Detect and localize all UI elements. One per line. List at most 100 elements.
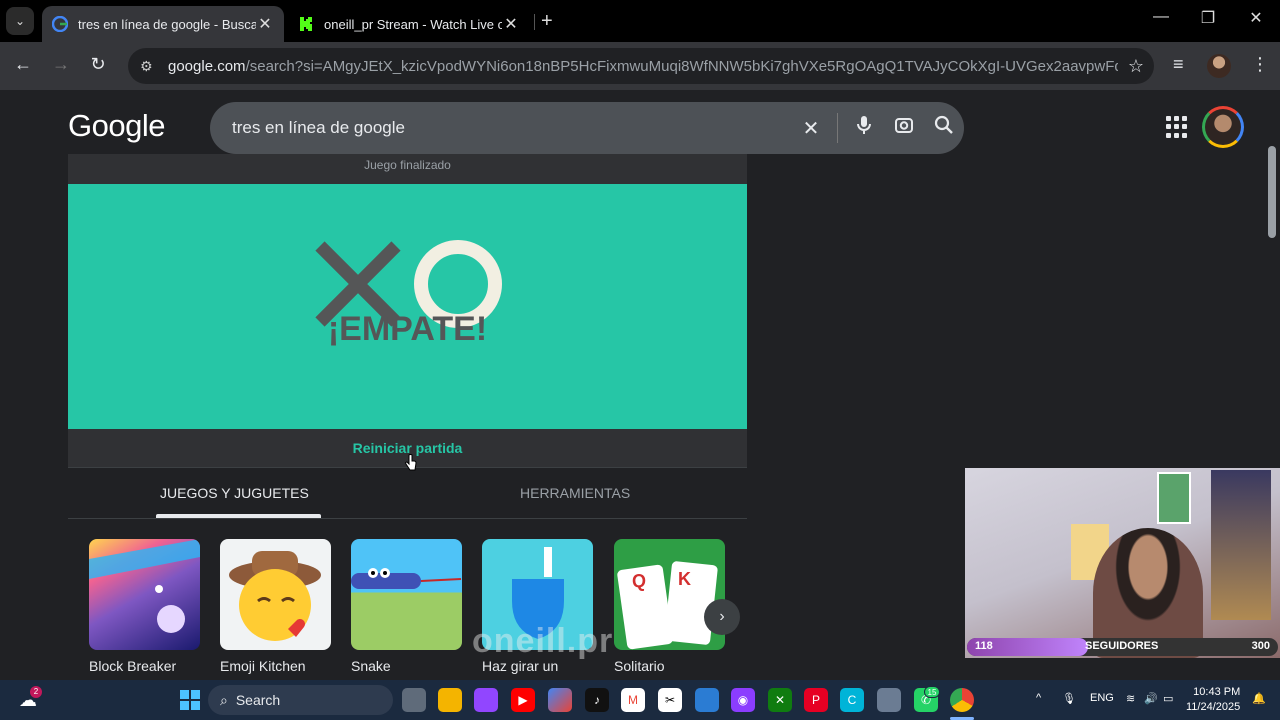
search-icon[interactable] [924, 115, 964, 141]
file-explorer-icon[interactable] [438, 688, 462, 712]
tab-separator [534, 14, 535, 30]
language-indicator[interactable]: ENG [1090, 692, 1114, 704]
kick-favicon-icon [300, 17, 312, 31]
whatsapp-badge: 15 [924, 686, 940, 698]
followers-current: 118 [975, 640, 993, 652]
divider [837, 113, 838, 143]
windows-taskbar: ☁ 2 ⌕ Search ▶ ♪ M ✂ ◉ ✕ P C ✆ 15 ^ 🎙 EN… [0, 680, 1280, 720]
menu-icon[interactable]: ⋮ [1251, 54, 1269, 75]
game-label: Block Breaker [89, 658, 177, 674]
url-host: google.com [168, 57, 246, 75]
xbox-icon[interactable]: ✕ [768, 688, 792, 712]
search-icon: ⌕ [220, 691, 228, 708]
browser-toolbar: ← → ↻ ⚙ google.com/search?si=AMgyJEtX_kz… [0, 42, 1280, 90]
emoji-kitchen-thumbnail [220, 539, 331, 650]
game-label: Snake [351, 658, 391, 674]
forward-arrow-icon[interactable]: → [49, 54, 73, 75]
wifi-icon[interactable]: ≋ [1126, 692, 1135, 705]
active-tab-indicator [156, 514, 321, 518]
volume-icon[interactable]: 🔊 [1144, 692, 1158, 705]
tab-google-search[interactable]: tres en línea de google - Buscar ✕ [42, 6, 284, 42]
shelf-image [1211, 470, 1271, 620]
chrome-icon[interactable] [950, 688, 974, 712]
game-status-label: Juego finalizado [364, 158, 451, 172]
minimize-button[interactable]: — [1146, 8, 1176, 26]
site-info-icon[interactable]: ⚙ [140, 58, 158, 75]
google-logo[interactable]: Google [68, 108, 165, 144]
taskbar-search[interactable]: ⌕ Search [208, 685, 393, 715]
microphone-tray-icon[interactable]: 🎙 [1062, 692, 1076, 705]
tab-title: oneill_pr Stream - Watch Live on Kick [324, 16, 502, 32]
clock[interactable]: 10:43 PM 11/24/2025 [1186, 685, 1240, 715]
game-label: Solitario [614, 658, 665, 674]
solitaire-thumbnail: QK [614, 539, 725, 650]
game-item-block-breaker[interactable]: Block Breaker [89, 539, 200, 674]
reload-icon[interactable]: ↻ [86, 54, 110, 75]
tic-tac-toe-card: Juego finalizado ¡EMPATE! Reiniciar part… [68, 154, 747, 680]
task-view-icon[interactable] [402, 688, 426, 712]
clock-time: 10:43 PM [1193, 686, 1241, 698]
block-breaker-thumbnail [89, 539, 200, 650]
chevron-right-icon: › [719, 608, 725, 625]
gmail-icon[interactable]: M [621, 688, 645, 712]
tab-tools[interactable]: HERRAMIENTAS [520, 485, 630, 501]
back-arrow-icon[interactable]: ← [11, 54, 35, 75]
search-input[interactable]: tres en línea de google [232, 118, 791, 138]
streamer-webcam [965, 468, 1280, 658]
app-icon[interactable] [877, 688, 901, 712]
tab-games-toys[interactable]: JUEGOS Y JUGUETES [160, 485, 309, 501]
category-tabs: JUEGOS Y JUGUETES HERRAMIENTAS [68, 467, 747, 519]
notification-bell-icon[interactable]: 🔔 [1252, 692, 1266, 705]
svg-text:K: K [678, 569, 691, 589]
bookmark-star-icon[interactable]: ☆ [1118, 56, 1154, 77]
profile-avatar[interactable] [1207, 54, 1231, 78]
clear-icon[interactable]: ✕ [791, 116, 831, 141]
games-carousel: Block Breaker Emoji Kitchen Snake Haz gi… [68, 519, 747, 680]
tab-kick-stream[interactable]: oneill_pr Stream - Watch Live on Kick ✕ [288, 6, 530, 42]
chevron-up-icon[interactable]: ^ [1036, 692, 1041, 704]
taskbar-search-label: Search [235, 692, 281, 708]
google-apps-icon[interactable] [1166, 116, 1188, 138]
carousel-next-button[interactable]: › [704, 599, 740, 635]
game-label: Emoji Kitchen [220, 658, 306, 674]
game-result: ¡EMPATE! [327, 310, 488, 348]
weather-badge: 2 [30, 686, 42, 698]
search-box[interactable]: tres en línea de google ✕ [210, 102, 964, 154]
game-item-snake[interactable]: Snake [351, 539, 462, 674]
tiktok-icon[interactable]: ♪ [585, 688, 609, 712]
poster-image [1157, 472, 1191, 524]
windows-start-icon[interactable] [178, 688, 202, 712]
lens-camera-icon[interactable] [884, 115, 924, 141]
follower-goal-bar: 118 SEGUIDORES 300 [967, 638, 1278, 656]
pinterest-icon[interactable]: P [804, 688, 828, 712]
svg-text:Q: Q [632, 571, 646, 591]
tab-strip: ⌄ tres en línea de google - Buscar ✕ one… [0, 0, 1280, 42]
url-text[interactable]: google.com/search?si=AMgyJEtX_kzicVpodWY… [168, 58, 1118, 75]
snake-thumbnail [351, 539, 462, 650]
capcut-icon[interactable]: ✂ [658, 688, 682, 712]
tab-search-button[interactable]: ⌄ [6, 7, 34, 35]
obs-icon[interactable]: ◉ [731, 688, 755, 712]
twitch-icon[interactable] [474, 688, 498, 712]
address-bar[interactable]: ⚙ google.com/search?si=AMgyJEtX_kzicVpod… [128, 48, 1154, 84]
maximize-button[interactable]: ❐ [1193, 8, 1223, 28]
game-item-emoji-kitchen[interactable]: Emoji Kitchen [220, 539, 331, 674]
chevron-down-icon: ⌄ [14, 14, 26, 28]
close-window-button[interactable]: ✕ [1241, 8, 1271, 28]
hand-cursor-icon [405, 454, 417, 471]
canva-icon[interactable]: C [840, 688, 864, 712]
copilot-icon[interactable] [548, 688, 572, 712]
scrollbar-thumb[interactable] [1268, 146, 1276, 238]
microphone-icon[interactable] [844, 115, 884, 141]
media-control-icon[interactable]: ≡ [1173, 54, 1184, 75]
youtube-icon[interactable]: ▶ [511, 688, 535, 712]
game-board-area[interactable]: ¡EMPATE! [68, 184, 747, 429]
stream-watermark: oneill.pr [472, 622, 614, 660]
url-path: /search?si=AMgyJEtX_kzicVpodWYNi6on18nBP… [245, 57, 1118, 75]
microsoft-store-icon[interactable] [695, 688, 719, 712]
close-tab-icon[interactable]: ✕ [256, 14, 274, 34]
battery-icon[interactable]: ▭ [1163, 692, 1173, 705]
new-tab-button[interactable]: + [541, 10, 553, 33]
account-avatar[interactable] [1202, 106, 1244, 148]
close-tab-icon[interactable]: ✕ [502, 14, 520, 34]
